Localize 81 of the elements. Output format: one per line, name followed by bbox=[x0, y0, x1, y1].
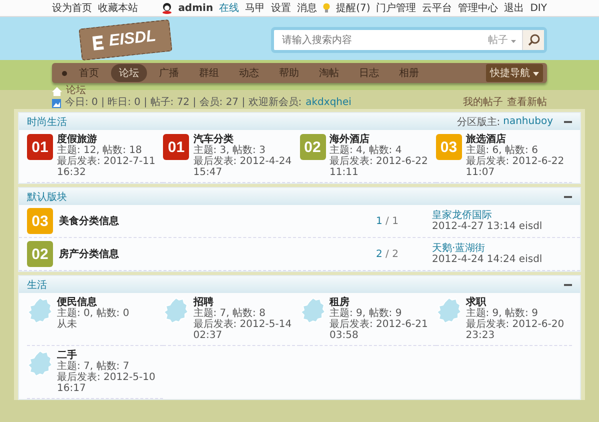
last-post-info: 最后发表: 2012-5-10 16:17 bbox=[57, 372, 156, 394]
header-link[interactable]: 我的帖子 bbox=[463, 97, 503, 109]
forum-counts: 主题: 3, 帖数: 3 bbox=[193, 145, 266, 156]
forum-flower-icon[interactable] bbox=[163, 297, 190, 323]
forum-counts: 主题: 9, 帖数: 9 bbox=[330, 308, 403, 319]
search-button[interactable] bbox=[522, 30, 544, 50]
top-link[interactable]: 退出 bbox=[504, 1, 524, 15]
forum-badge: 01 bbox=[163, 134, 190, 160]
forum-counts: 主题: 4, 帖数: 4 bbox=[330, 145, 403, 156]
top-link[interactable]: 云平台 bbox=[422, 1, 452, 15]
last-post-info: 从未 bbox=[57, 319, 78, 330]
forum-name-link[interactable]: 求职 bbox=[466, 297, 572, 308]
forum-counts: 2 / 2 bbox=[376, 248, 400, 260]
last-post-info: 最后发表: 2012-7-11 16:32 bbox=[57, 156, 156, 178]
forum-flower-icon[interactable] bbox=[27, 350, 53, 376]
section-title[interactable]: 默认版块 bbox=[27, 190, 67, 204]
alt-account-menu[interactable]: 马甲 bbox=[245, 1, 266, 15]
forum-flower-icon[interactable] bbox=[436, 297, 462, 323]
last-post-info: 最后发表: 2012-6-22 11:07 bbox=[466, 156, 566, 178]
search-icon bbox=[528, 34, 540, 46]
forum-name-link[interactable]: 美食分类信息 bbox=[59, 214, 119, 228]
last-post-info: 最后发表: 2012-6-20 23:23 bbox=[466, 319, 566, 341]
top-link[interactable]: 收藏本站 bbox=[98, 1, 138, 15]
username-link[interactable]: admin bbox=[178, 2, 214, 14]
forum-flower-icon[interactable] bbox=[300, 297, 326, 323]
last-post-info: 2012-4-27 13:14 eisdl bbox=[432, 221, 544, 232]
forum-badge: 03 bbox=[436, 134, 462, 160]
forum-name-link[interactable]: 海外酒店 bbox=[330, 134, 436, 145]
chart-icon bbox=[52, 98, 61, 108]
section-title[interactable]: 生活 bbox=[27, 278, 47, 292]
forum-counts: 1 / 1 bbox=[376, 216, 400, 226]
top-link[interactable]: 管理中心 bbox=[458, 1, 498, 15]
logo-mark-icon bbox=[90, 34, 106, 52]
section-title[interactable]: 时尚生活 bbox=[27, 114, 67, 128]
forum-counts: 主题: 6, 帖数: 6 bbox=[466, 145, 539, 156]
bullet-icon bbox=[62, 70, 67, 76]
forum-badge: 02 bbox=[300, 134, 326, 160]
site-logo[interactable]: EISDL bbox=[78, 19, 173, 61]
forum-counts: 主题: 9, 帖数: 9 bbox=[466, 308, 539, 319]
breadcrumb-link[interactable]: 论坛 bbox=[66, 85, 86, 97]
forum-name-link[interactable]: 招聘 bbox=[193, 297, 300, 308]
last-post-info: 最后发表: 2012-6-22 11:11 bbox=[330, 156, 429, 178]
top-link[interactable]: 提醒(7) bbox=[336, 1, 370, 15]
top-link[interactable]: 门户管理 bbox=[376, 1, 416, 15]
moderator-link[interactable]: nanhuboy bbox=[503, 116, 553, 127]
last-thread-link[interactable]: 天鹅·蓝湖街 bbox=[432, 243, 572, 254]
moderator-label: 分区版主: bbox=[456, 116, 500, 128]
forum-name-link[interactable]: 租房 bbox=[330, 297, 436, 308]
forum-counts: 主题: 7, 帖数: 7 bbox=[57, 361, 130, 372]
caret-icon bbox=[511, 40, 516, 43]
site-stats-text: 今日: 0 | 昨日: 0 | 帖子: 72 | 会员: 27 | 欢迎新会员: bbox=[65, 97, 302, 109]
last-post-info: 最后发表: 2012-5-14 02:37 bbox=[193, 319, 293, 341]
top-link[interactable]: 设为首页 bbox=[52, 1, 92, 15]
forum-counts: 主题: 7, 帖数: 8 bbox=[193, 308, 266, 319]
forum-name-link[interactable]: 度假旅游 bbox=[57, 134, 164, 145]
forum-name-link[interactable]: 便民信息 bbox=[57, 297, 130, 308]
forum-name-link[interactable]: 房产分类信息 bbox=[59, 247, 119, 261]
header-link[interactable]: 查看新帖 bbox=[507, 97, 547, 109]
top-link[interactable]: 设置 bbox=[271, 1, 292, 15]
forum-name-link[interactable]: 二手 bbox=[57, 350, 164, 361]
bulb-icon bbox=[323, 3, 330, 13]
forum-badge: 01 bbox=[27, 134, 53, 160]
forum-name-link[interactable]: 旅选酒店 bbox=[466, 134, 572, 145]
forum-flower-icon[interactable] bbox=[27, 297, 53, 323]
last-post-info: 最后发表: 2012-6-21 03:58 bbox=[330, 319, 429, 341]
top-link[interactable]: 消息 bbox=[297, 1, 318, 15]
nav-tab[interactable]: 论坛 bbox=[111, 64, 147, 82]
forum-badge: 02 bbox=[27, 241, 53, 267]
quick-nav-button[interactable]: 快捷导航 bbox=[486, 64, 543, 82]
user-avatar-icon bbox=[162, 2, 172, 14]
top-link[interactable]: DIY bbox=[530, 2, 547, 14]
last-thread-link[interactable]: 皇家龙侨国际 bbox=[432, 210, 572, 221]
forum-badge: 03 bbox=[27, 208, 53, 234]
caret-icon bbox=[533, 72, 539, 76]
forum-counts: 主题: 12, 帖数: 18 bbox=[57, 145, 143, 156]
last-post-info: 2012-4-24 14:24 eisdl bbox=[432, 254, 544, 265]
forum-counts: 主题: 0, 帖数: 0 bbox=[57, 308, 130, 319]
home-icon[interactable] bbox=[52, 86, 62, 96]
online-status-link[interactable]: 在线 bbox=[219, 1, 240, 15]
last-post-info: 最后发表: 2012-4-24 15:47 bbox=[193, 156, 293, 178]
forum-name-link[interactable]: 汽车分类 bbox=[193, 134, 300, 145]
